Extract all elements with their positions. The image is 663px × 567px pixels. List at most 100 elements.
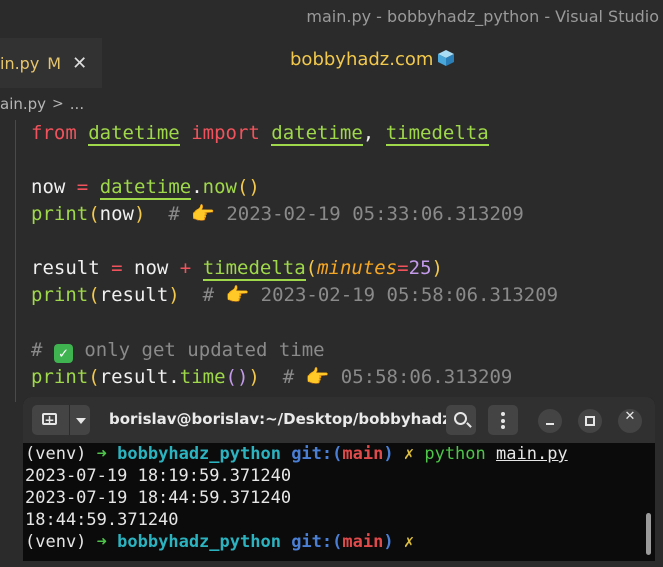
dot: . — [191, 176, 203, 198]
command-argument[interactable]: main.py — [496, 444, 568, 464]
variable-now: now — [31, 176, 66, 198]
comment-text: 05:58:06.313209 — [340, 366, 513, 388]
code-editor[interactable]: from datetime import datetime, timedelta… — [0, 116, 663, 406]
argument-result: result — [99, 366, 169, 388]
paren-close: ) — [248, 366, 260, 388]
pointing-hand-icon: 👉 — [191, 203, 215, 225]
comment-text: only get updated time — [84, 339, 325, 361]
function-print: print — [31, 366, 89, 388]
terminal-output-line: 2023-07-19 18:44:59.371240 — [25, 488, 292, 508]
paren-open: ( — [305, 257, 318, 279]
code-line-7: print(result) # 👉 2023-02-19 05:58:06.31… — [31, 282, 558, 308]
prompt-arrow-icon: ➜ — [96, 532, 107, 552]
code-line-4: print(now) # 👉 2023-02-19 05:33:06.31320… — [31, 201, 524, 227]
code-line-6: result = now + timedelta(minutes=25) — [31, 255, 443, 281]
search-icon — [454, 412, 467, 425]
prompt-arrow-icon: ➜ — [96, 444, 107, 464]
import-name-timedelta: timedelta — [385, 122, 489, 146]
comment-hash: # — [31, 339, 43, 361]
maximize-icon — [585, 416, 595, 426]
window-titlebar: main.py - bobbyhadz_python - Visual Stud… — [0, 0, 663, 36]
number-25: 25 — [408, 257, 432, 279]
variable-result: result — [31, 257, 100, 279]
terminal-scrollbar[interactable] — [646, 513, 651, 555]
code-line-10: print(result.time()) # 👉 05:58:06.313209 — [31, 364, 512, 390]
breadcrumb-file[interactable]: ain.py — [0, 95, 46, 113]
variable-now: now — [134, 257, 169, 279]
comment-hash: # — [202, 284, 215, 306]
terminal-output-line: 18:44:59.371240 — [25, 510, 179, 530]
prompt-paren-close: ) — [383, 444, 394, 464]
prompt-git-label: git: — [291, 444, 333, 464]
paren-open: ( — [88, 203, 100, 225]
terminal-prompt-line: (venv) ➜ bobbyhadz_python git:(main) ✗ p… — [25, 443, 568, 465]
prompt-paren-close: ) — [383, 532, 394, 552]
comment-text: 2023-02-19 05:33:06.313209 — [226, 203, 524, 225]
comment-hash: # — [168, 203, 180, 225]
paren-open: ( — [88, 284, 100, 306]
terminal-prompt-line: (venv) ➜ bobbyhadz_python git:(main) ✗ — [25, 531, 414, 553]
paren-close: ) — [168, 284, 180, 306]
paren-close: ) — [431, 257, 443, 279]
maximize-button[interactable] — [578, 409, 602, 433]
parens: () — [225, 366, 249, 388]
prompt-directory: bobbyhadz_python — [117, 444, 281, 464]
command-python: python — [424, 444, 486, 464]
terminal-title: borislav@borislav:~/Desktop/bobbyhadz_..… — [109, 410, 476, 428]
terminal-header: + borislav@borislav:~/Desktop/bobbyhadz_… — [23, 397, 655, 443]
import-name-datetime: datetime — [271, 122, 363, 146]
function-timedelta: timedelta — [202, 257, 306, 281]
pointing-hand-icon: 👉 — [305, 366, 330, 388]
operator-equals: = — [111, 257, 123, 279]
code-line-9: # ✓ only get updated time — [31, 337, 325, 363]
prompt-dirty-icon: ✗ — [403, 532, 415, 552]
button-divider — [69, 405, 70, 435]
chevron-right-icon: > — [52, 96, 64, 112]
paren-open: ( — [88, 366, 100, 388]
check-mark-icon: ✓ — [53, 344, 73, 363]
menu-button[interactable] — [488, 405, 518, 435]
cube-icon — [438, 50, 455, 66]
venv-label: (venv) — [25, 532, 87, 552]
terminal-output-line: 2023-07-19 18:19:59.371240 — [25, 466, 292, 486]
prompt-paren-open: ( — [332, 532, 343, 552]
tab-filename: in.py — [0, 53, 40, 73]
keyword-import: import — [191, 122, 260, 144]
chevron-down-icon[interactable] — [76, 418, 86, 424]
new-tab-button[interactable]: + — [32, 405, 90, 435]
argument-result: result — [99, 284, 169, 306]
prompt-directory: bobbyhadz_python — [117, 532, 281, 552]
venv-label: (venv) — [25, 444, 87, 464]
breadcrumb: ain.py > ... — [0, 92, 84, 116]
function-print: print — [31, 284, 89, 306]
prompt-branch: main — [342, 444, 384, 464]
kebab-menu-icon — [501, 412, 505, 429]
method-time: time — [179, 366, 226, 388]
breadcrumb-more[interactable]: ... — [70, 95, 84, 113]
operator-param-equals: = — [397, 257, 409, 279]
pointing-hand-icon: 👉 — [225, 284, 250, 306]
parens: () — [236, 176, 260, 198]
close-icon[interactable]: ✕ — [72, 53, 87, 74]
site-title: bobbyhadz.com — [290, 49, 455, 70]
site-title-text: bobbyhadz.com — [290, 49, 434, 70]
code-line-3: now = datetime.now() — [31, 174, 260, 200]
close-window-button[interactable]: ✕ — [618, 409, 642, 433]
prompt-paren-open: ( — [332, 444, 343, 464]
terminal-output[interactable]: (venv) ➜ bobbyhadz_python git:(main) ✗ p… — [25, 443, 645, 561]
tab-main-py[interactable]: in.py M ✕ — [0, 38, 102, 88]
window-title: main.py - bobbyhadz_python - Visual Stud… — [306, 7, 659, 26]
tab-modified-badge: M — [47, 53, 62, 73]
minimize-button[interactable] — [538, 409, 562, 433]
prompt-dirty-icon: ✗ — [403, 444, 415, 464]
param-minutes: minutes — [317, 257, 398, 279]
terminal-window: + borislav@borislav:~/Desktop/bobbyhadz_… — [23, 397, 655, 561]
search-button[interactable] — [446, 405, 476, 435]
close-icon: ✕ — [624, 409, 636, 424]
module-name: datetime — [88, 122, 180, 146]
operator-equals: = — [76, 176, 89, 198]
dot: . — [168, 366, 180, 388]
comment-hash: # — [282, 366, 295, 388]
operator-plus: + — [179, 257, 192, 279]
prompt-branch: main — [342, 532, 384, 552]
